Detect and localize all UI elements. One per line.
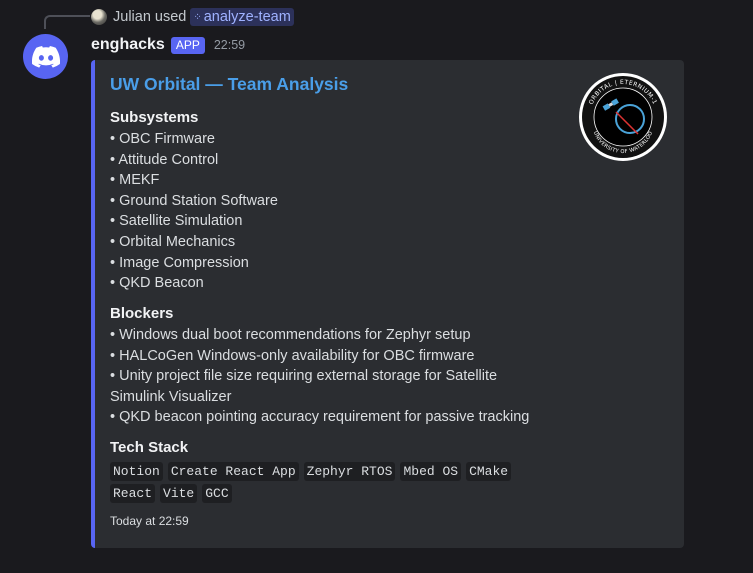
message-timestamp[interactable]: 22:59 [214, 38, 245, 52]
reply-connector [44, 15, 90, 29]
list-item: OBC Firmware [110, 129, 278, 150]
list-item: QKD Beacon [110, 273, 278, 294]
list-item: Orbital Mechanics [110, 232, 278, 253]
embed-card: UW Orbital — Team Analysis ORBITAL | ETE… [91, 60, 684, 548]
code-tag: Notion [110, 462, 163, 481]
list-item: Satellite Simulation [110, 211, 278, 232]
command-name: analyze-team [203, 9, 291, 25]
blockers-list: Windows dual boot recommendations for Ze… [110, 325, 550, 428]
embed-title: UW Orbital — Team Analysis [110, 74, 349, 94]
section-title-blockers: Blockers [110, 305, 174, 322]
code-tag: Create React App [167, 462, 299, 481]
bot-avatar[interactable] [23, 34, 68, 79]
command-mention[interactable]: ⁘ analyze-team [190, 8, 294, 26]
tech-stack-row-1: Notion Create React App Zephyr RTOS Mbed… [110, 462, 512, 481]
list-item: Windows dual boot recommendations for Ze… [110, 325, 550, 346]
reply-avatar[interactable] [91, 9, 107, 25]
reply-action: used [154, 9, 187, 25]
section-title-subsystems: Subsystems [110, 109, 199, 126]
app-badge: APP [170, 36, 205, 54]
code-tag: CMake [466, 462, 512, 481]
embed-footer-timestamp: Today at 22:59 [110, 514, 189, 528]
message-header: enghacks APP 22:59 [91, 34, 245, 56]
section-title-tech-stack: Tech Stack [110, 439, 189, 456]
discord-logo-icon [31, 45, 60, 68]
slash-command-icon: ⁘ [193, 11, 201, 23]
reply-header: Julian used ⁘ analyze-team [91, 6, 294, 28]
list-item: HALCoGen Windows-only availability for O… [110, 346, 550, 367]
code-tag: GCC [202, 484, 232, 503]
list-item: Attitude Control [110, 150, 278, 171]
code-tag: Mbed OS [400, 462, 462, 481]
code-tag: React [110, 484, 156, 503]
list-item: Image Compression [110, 253, 278, 274]
bot-username[interactable]: enghacks [91, 36, 165, 54]
list-item: MEKF [110, 170, 278, 191]
subsystems-list: OBC Firmware Attitude Control MEKF Groun… [110, 129, 278, 294]
list-item: QKD beacon pointing accuracy requirement… [110, 407, 550, 428]
reply-username[interactable]: Julian [113, 9, 151, 25]
code-tag: Zephyr RTOS [303, 462, 396, 481]
list-item: Ground Station Software [110, 191, 278, 212]
orbital-logo-thumbnail[interactable]: ORBITAL | ETERNIUM-1 UNIVERSITY OF WATER… [578, 72, 668, 162]
list-item: Unity project file size requiring extern… [110, 366, 550, 407]
tech-stack-row-2: React Vite GCC [110, 484, 232, 503]
code-tag: Vite [160, 484, 198, 503]
